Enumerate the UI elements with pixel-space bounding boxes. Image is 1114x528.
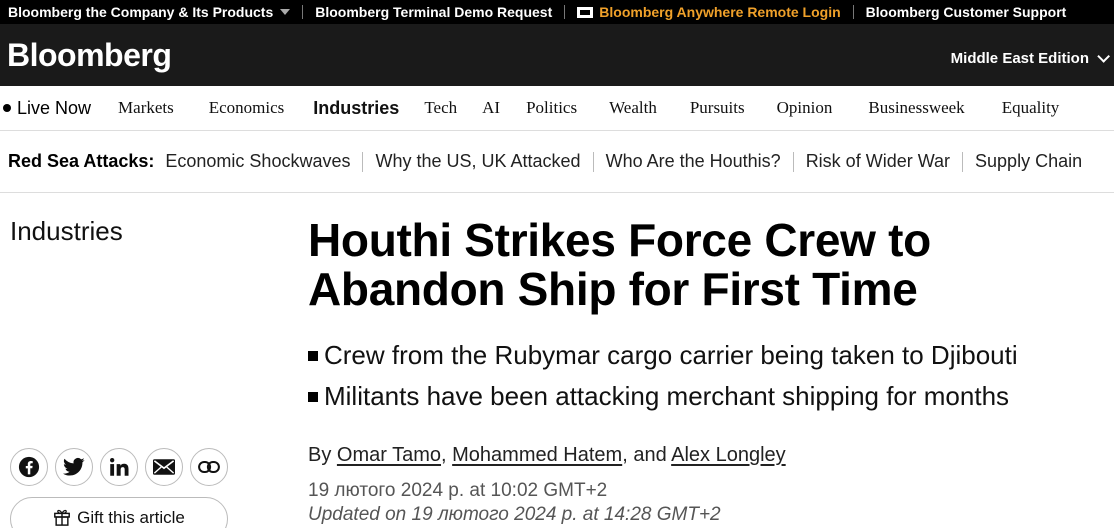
nav-item-businessweek[interactable]: Businessweek xyxy=(868,98,964,118)
author-link[interactable]: Mohammed Hatem xyxy=(452,444,622,466)
terminal-keyboard-icon xyxy=(577,6,594,18)
topic-link-who-are-houthis[interactable]: Who Are the Houthis? xyxy=(606,151,781,172)
topic-link-risk-wider-war[interactable]: Risk of Wider War xyxy=(806,151,950,172)
updated-timestamp: Updated on 19 лютого 2024 р. at 14:28 GM… xyxy=(308,504,721,525)
summary-text: Militants have been attacking merchant s… xyxy=(324,381,1010,411)
nav-item-equality[interactable]: Equality xyxy=(1002,98,1060,118)
topic-link-why-us-uk-attacked[interactable]: Why the US, UK Attacked xyxy=(375,151,580,172)
divider xyxy=(362,151,364,172)
published-timestamp: 19 лютого 2024 р. at 10:02 GMT+2 xyxy=(308,480,608,501)
customer-support-link[interactable]: Bloomberg Customer Support xyxy=(854,0,1079,24)
terminal-demo-label: Bloomberg Terminal Demo Request xyxy=(315,4,553,20)
anywhere-login-label: Bloomberg Anywhere Remote Login xyxy=(599,4,841,20)
share-facebook-button[interactable] xyxy=(10,448,48,486)
utility-bar: Bloomberg the Company & Its Products Blo… xyxy=(0,0,1114,24)
gift-article-button[interactable]: Gift this article xyxy=(10,497,228,528)
byline-separator: , xyxy=(441,444,447,466)
email-icon xyxy=(153,459,175,475)
divider xyxy=(962,151,964,172)
copy-link-button[interactable] xyxy=(190,448,228,486)
bloomberg-logo[interactable]: Bloomberg xyxy=(7,37,172,74)
story-package-bar: Red Sea Attacks: Economic Shockwaves Why… xyxy=(0,131,1114,193)
facebook-icon xyxy=(18,456,40,478)
summary-bullet: Militants have been attacking merchant s… xyxy=(308,376,1108,417)
nav-item-markets[interactable]: Markets xyxy=(118,98,174,118)
edition-label: Middle East Edition xyxy=(950,50,1089,67)
share-twitter-button[interactable] xyxy=(55,448,93,486)
live-now-label: Live Now xyxy=(17,97,92,118)
chevron-down-icon xyxy=(1097,50,1110,63)
edition-selector[interactable]: Middle East Edition xyxy=(950,50,1110,67)
anywhere-login-link[interactable]: Bloomberg Anywhere Remote Login xyxy=(565,0,852,24)
company-products-menu[interactable]: Bloomberg the Company & Its Products xyxy=(0,0,302,24)
nav-item-ai[interactable]: AI xyxy=(482,98,500,118)
gift-article-label: Gift this article xyxy=(77,508,185,527)
bullet-square-icon xyxy=(308,350,318,361)
terminal-demo-link[interactable]: Bloomberg Terminal Demo Request xyxy=(303,0,564,24)
link-icon xyxy=(198,460,220,474)
byline-separator: , and xyxy=(622,444,667,466)
nav-item-pursuits[interactable]: Pursuits xyxy=(690,98,745,118)
author-link[interactable]: Alex Longley xyxy=(671,444,786,466)
summary-text: Crew from the Rubymar cargo carrier bein… xyxy=(324,340,1018,370)
bullet-square-icon xyxy=(308,391,318,402)
company-products-label: Bloomberg the Company & Its Products xyxy=(8,4,274,20)
topic-link-supply-chain[interactable]: Supply Chain xyxy=(975,151,1082,172)
gift-icon xyxy=(54,509,71,526)
article-summary: Crew from the Rubymar cargo carrier bein… xyxy=(308,335,1108,417)
customer-support-label: Bloomberg Customer Support xyxy=(865,4,1067,20)
divider xyxy=(592,151,594,172)
live-now-link[interactable]: Live Now xyxy=(3,98,91,119)
twitter-icon xyxy=(63,457,85,476)
topic-link-economic-shockwaves[interactable]: Economic Shockwaves xyxy=(165,151,350,172)
chevron-down-icon xyxy=(280,9,291,15)
article-headline: Houthi Strikes Force Crew to Abandon Shi… xyxy=(308,214,931,315)
share-email-button[interactable] xyxy=(145,448,183,486)
section-link[interactable]: Industries xyxy=(10,216,123,247)
divider xyxy=(792,151,794,172)
primary-nav: Live Now Markets Economics Industries Te… xyxy=(0,86,1114,131)
story-package-title: Red Sea Attacks: xyxy=(8,151,155,171)
live-dot-icon xyxy=(3,104,11,112)
byline-prefix: By xyxy=(308,444,332,466)
nav-item-industries[interactable]: Industries xyxy=(313,98,399,119)
summary-bullet: Crew from the Rubymar cargo carrier bein… xyxy=(308,335,1108,376)
author-link[interactable]: Omar Tamo xyxy=(337,444,441,466)
masthead: Bloomberg Middle East Edition xyxy=(0,24,1114,86)
share-bar xyxy=(10,448,235,486)
nav-item-economics[interactable]: Economics xyxy=(209,98,285,118)
share-linkedin-button[interactable] xyxy=(100,448,138,486)
nav-item-opinion[interactable]: Opinion xyxy=(777,98,833,118)
nav-item-politics[interactable]: Politics xyxy=(526,98,577,118)
nav-item-tech[interactable]: Tech xyxy=(424,98,457,118)
linkedin-icon xyxy=(110,458,129,476)
byline: By Omar Tamo, Mohammed Hatem, and Alex L… xyxy=(308,444,786,467)
nav-item-wealth[interactable]: Wealth xyxy=(609,98,657,118)
